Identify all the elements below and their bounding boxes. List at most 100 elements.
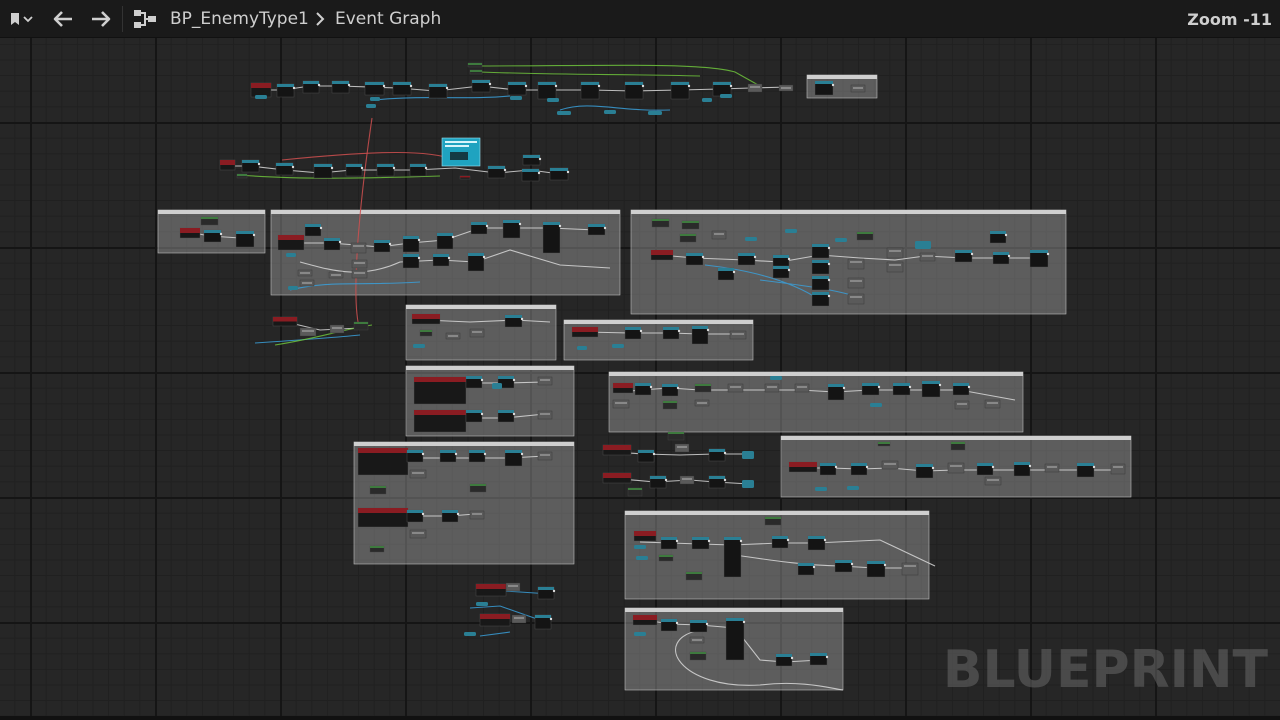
variable-node	[835, 238, 847, 242]
exec-pin	[931, 466, 935, 470]
node-header	[682, 221, 699, 223]
exec-pin	[482, 255, 486, 259]
node-header	[460, 176, 470, 178]
node-header	[346, 164, 362, 167]
variable-node	[492, 383, 502, 389]
exec-pin	[677, 329, 681, 333]
node-header	[922, 381, 940, 384]
variable-node	[636, 556, 648, 560]
comment-boxes	[157, 74, 1132, 691]
node-header	[498, 376, 514, 379]
node-header	[957, 403, 967, 405]
exec-pin	[485, 224, 489, 228]
node-header	[625, 327, 641, 330]
breadcrumb-event-graph[interactable]: Event Graph	[335, 0, 441, 38]
graph-content	[157, 62, 1132, 691]
node-header	[354, 322, 368, 324]
node-header	[633, 615, 657, 620]
node-header	[668, 432, 684, 434]
node-header	[204, 230, 221, 233]
node-header	[1047, 466, 1057, 468]
node-header	[773, 266, 789, 269]
node-header	[686, 572, 702, 574]
node-header	[469, 450, 485, 453]
node-header	[514, 617, 524, 619]
node-header	[904, 565, 916, 567]
wire	[281, 151, 456, 161]
exec-pin	[831, 83, 835, 87]
variable-node	[785, 229, 797, 233]
node-header	[1014, 462, 1030, 465]
node-header	[878, 442, 890, 444]
exec-pin	[454, 452, 458, 456]
function-node	[725, 617, 745, 661]
exec-pin	[707, 539, 711, 543]
node-header	[324, 238, 340, 241]
exec-pin	[409, 84, 413, 88]
variable-node	[476, 602, 488, 606]
graph-canvas[interactable]: BLUEPRINT	[0, 38, 1280, 720]
node-header	[850, 296, 862, 298]
breadcrumb-blueprint[interactable]: BP_EnemyType1	[170, 0, 309, 38]
node-header	[987, 479, 999, 481]
exec-pin	[967, 385, 971, 389]
operator-node	[886, 247, 904, 259]
node-header	[692, 639, 702, 641]
exec-pin	[219, 232, 223, 236]
operator-node	[350, 242, 367, 254]
variable-node	[720, 94, 732, 98]
variable-node	[577, 346, 587, 350]
node-header	[251, 83, 271, 88]
exec-pin	[447, 256, 451, 260]
variable-node	[742, 480, 754, 488]
exec-pin	[883, 563, 887, 567]
node-header	[812, 260, 829, 263]
comment-text-line	[445, 141, 477, 143]
graph-toolbar: BP_EnemyType1 Event Graph Zoom -11	[0, 0, 1280, 38]
node-header	[237, 174, 247, 176]
node-header	[572, 327, 598, 332]
function-node	[542, 221, 561, 254]
back-button[interactable]	[48, 0, 78, 38]
node-header	[867, 561, 885, 564]
exec-pin	[991, 465, 995, 469]
bookmark-button[interactable]	[4, 0, 38, 38]
node-header	[651, 250, 673, 255]
node-header	[201, 217, 218, 219]
node-header	[772, 536, 788, 539]
function-node	[723, 536, 742, 578]
comment-box-header	[158, 210, 265, 214]
comment-box-header	[564, 320, 753, 324]
node-header	[613, 383, 633, 388]
node-header	[850, 261, 862, 263]
exec-pin	[488, 82, 492, 86]
node-header	[278, 235, 304, 240]
node-header	[440, 450, 456, 453]
exec-pin	[445, 86, 449, 90]
variable-node	[702, 98, 712, 102]
exec-pin	[382, 84, 386, 88]
forward-button[interactable]	[86, 0, 116, 38]
node-header	[697, 402, 707, 404]
node-header	[690, 620, 707, 623]
exec-pin	[512, 412, 516, 416]
bookmark-icon	[11, 13, 33, 25]
comment-box	[270, 209, 621, 296]
exec-pin	[317, 83, 321, 87]
node-header	[508, 82, 526, 85]
exec-pin	[877, 385, 881, 389]
node-header	[714, 233, 724, 235]
node-header	[414, 377, 466, 382]
variable-node	[870, 403, 882, 407]
node-header	[393, 82, 411, 85]
exec-pin	[360, 166, 364, 170]
operator-node	[847, 258, 865, 270]
event-graph-icon	[132, 0, 158, 38]
variable-node	[634, 632, 646, 636]
node-header	[853, 87, 863, 89]
node-header	[550, 168, 568, 171]
variable-node	[634, 545, 646, 549]
node-header	[650, 476, 666, 479]
variable-node	[547, 98, 559, 102]
exec-pin	[812, 565, 816, 569]
